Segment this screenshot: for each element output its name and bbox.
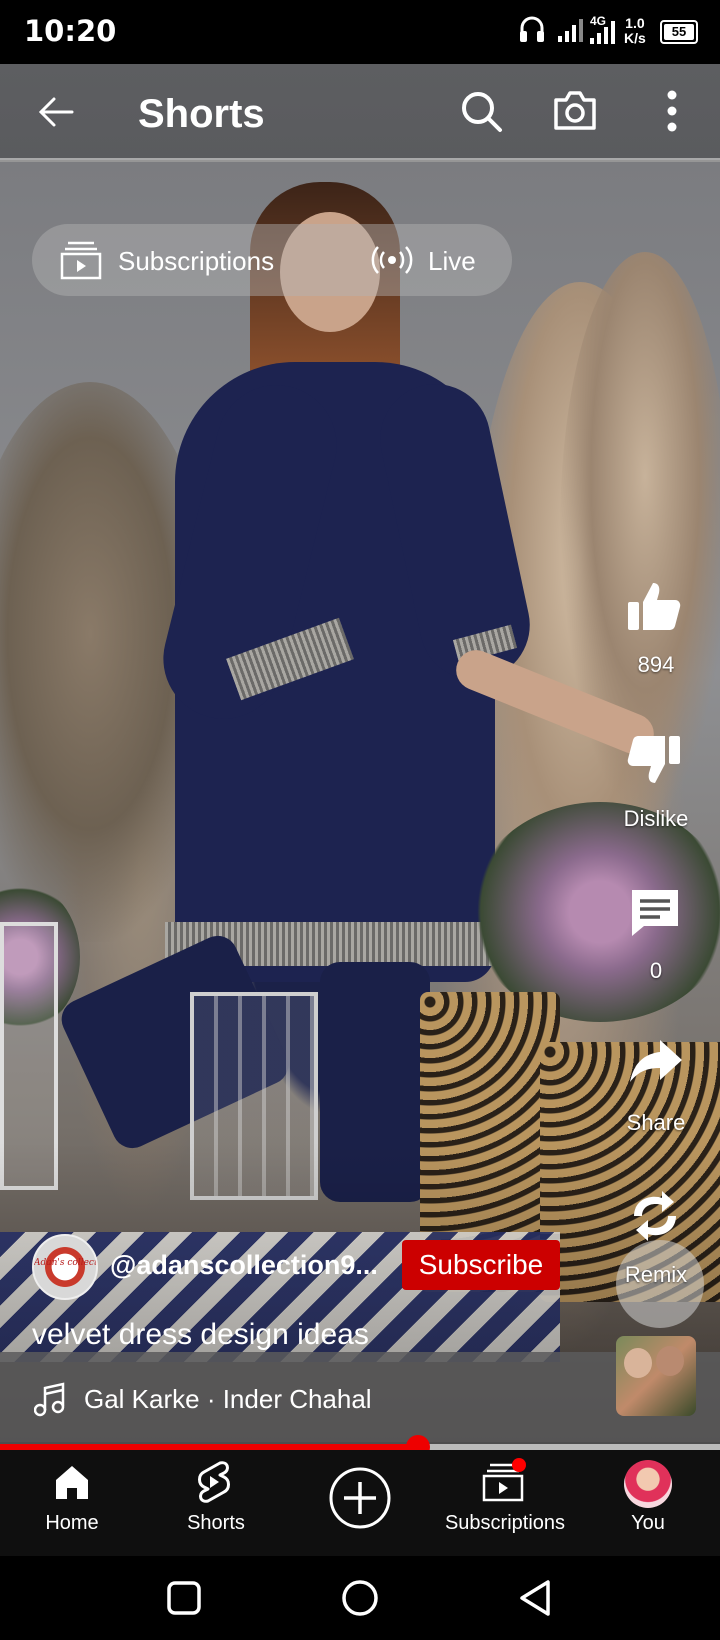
signal-icon: [556, 14, 586, 44]
feed-live[interactable]: Live: [428, 246, 476, 277]
top-app-bar: [0, 64, 720, 160]
dislike-icon[interactable]: [626, 734, 682, 786]
sound-thumbnail[interactable]: [616, 1336, 696, 1416]
nav-home[interactable]: Home: [24, 1512, 120, 1535]
home-icon[interactable]: [52, 1462, 92, 1502]
status-bar: 10:20 4G 1.0 K/s 55: [0, 0, 720, 64]
share-icon[interactable]: [628, 1038, 684, 1084]
remix-icon[interactable]: [626, 1190, 684, 1242]
profile-avatar[interactable]: [624, 1460, 672, 1508]
comments-icon[interactable]: [628, 886, 682, 940]
channel-logo-text: Adan's collection: [34, 1258, 96, 1268]
live-icon: [370, 244, 414, 276]
channel-avatar[interactable]: Adan's collection: [32, 1234, 98, 1300]
camera-icon[interactable]: [552, 88, 598, 132]
like-count: 894: [637, 652, 675, 677]
home-circle-icon[interactable]: [340, 1578, 380, 1618]
remix-label: Remix: [624, 1262, 688, 1287]
music-title[interactable]: Gal Karke · Inder Chahal: [84, 1384, 372, 1415]
back-triangle-icon[interactable]: [518, 1578, 554, 1618]
subscribe-button[interactable]: Subscribe: [402, 1240, 560, 1290]
comments-count: 0: [649, 958, 663, 983]
shorts-icon[interactable]: [196, 1460, 232, 1504]
video-caption[interactable]: velvet dress design ideas: [32, 1318, 369, 1352]
battery-level: 55: [664, 24, 694, 40]
nav-subscriptions[interactable]: Subscriptions: [432, 1512, 578, 1535]
headphones-icon: [518, 14, 546, 44]
battery-icon: 55: [660, 20, 698, 44]
header-divider: [0, 158, 720, 162]
signal-icon-2: [588, 14, 618, 46]
clock: 10:20: [24, 14, 117, 48]
notification-dot: [512, 1458, 526, 1472]
page-title: Shorts: [138, 92, 265, 136]
subscriptions-icon: [60, 240, 102, 280]
search-icon[interactable]: [458, 88, 504, 134]
create-plus-icon[interactable]: [328, 1466, 392, 1530]
recents-icon[interactable]: [166, 1580, 202, 1616]
arrow-left-icon[interactable]: [36, 92, 76, 132]
net-speed-unit: K/s: [624, 30, 646, 46]
more-vert-icon[interactable]: [664, 88, 680, 134]
net-speed-value: 1.0: [625, 15, 645, 31]
net-speed: 1.0 K/s: [624, 16, 646, 46]
share-label: Share: [626, 1110, 686, 1135]
dislike-label: Dislike: [623, 806, 689, 831]
nav-you[interactable]: You: [600, 1512, 696, 1535]
feed-subscriptions[interactable]: Subscriptions: [118, 246, 274, 277]
nav-shorts[interactable]: Shorts: [166, 1512, 266, 1535]
like-icon[interactable]: [626, 580, 682, 632]
channel-name[interactable]: @adanscollection9...: [110, 1250, 390, 1281]
music-note-icon: [34, 1382, 66, 1418]
